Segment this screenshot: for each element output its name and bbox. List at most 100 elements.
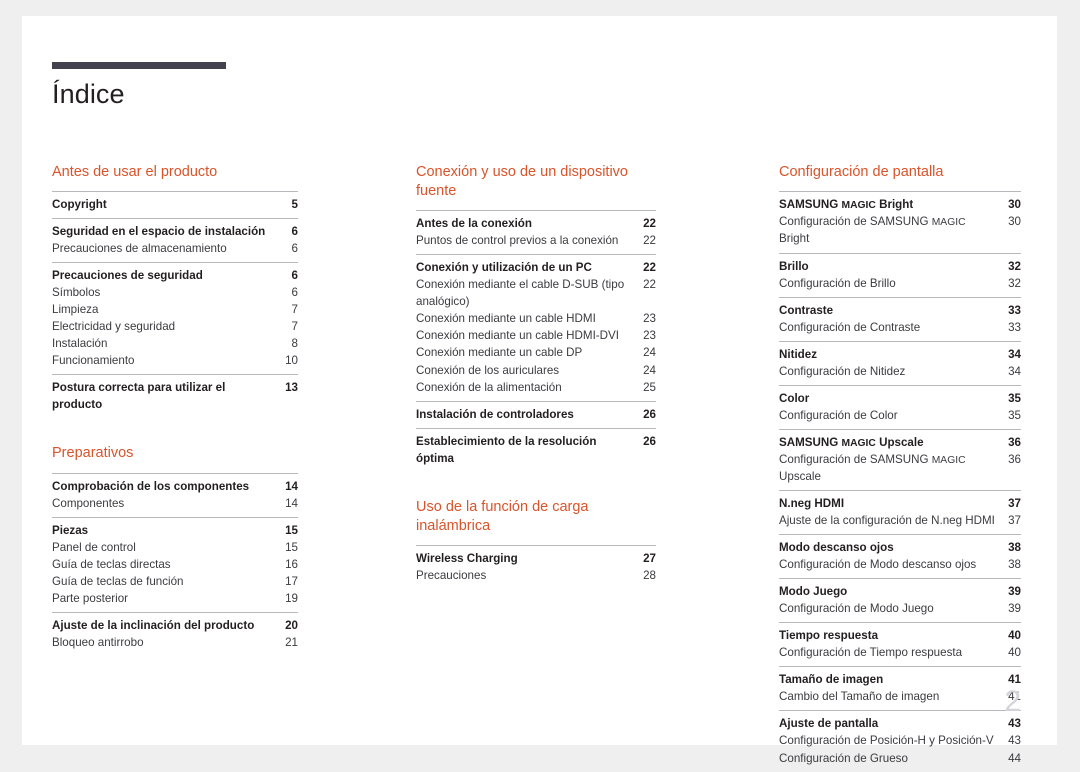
toc-entry-label: Limpieza [52, 303, 99, 317]
toc-subentry[interactable]: Cambio del Tamaño de imagen 41 [779, 688, 1021, 705]
toc-entry[interactable]: Ajuste de la inclinación del producto 20 [52, 617, 298, 634]
toc-subentry[interactable]: Electricidad y seguridad 7 [52, 318, 298, 335]
toc-entry-label: Piezas [52, 523, 89, 537]
toc-subentry[interactable]: Guía de teclas de función 17 [52, 573, 298, 590]
toc-entry-label: Ajuste de pantalla [779, 717, 879, 731]
toc-subentry[interactable]: Configuración de Tiempo respuesta 40 [779, 644, 1021, 661]
toc-entry[interactable]: Instalación de controladores 26 [416, 406, 656, 423]
toc-subentry[interactable]: Componentes 14 [52, 495, 298, 512]
toc-group: Comprobación de los componentes 14 Compone… [52, 472, 298, 517]
toc-entry[interactable]: Copyright 5 [52, 196, 298, 213]
toc-entry-page: 14 [285, 496, 298, 510]
toc-subentry[interactable]: Configuración de Color 35 [779, 407, 1021, 424]
toc-subentry[interactable]: Parte posterior 19 [52, 590, 298, 607]
toc-entry[interactable]: Comprobación de los componentes 14 [52, 478, 298, 495]
toc-entry[interactable]: Nitidez 34 [779, 346, 1021, 363]
toc-entry-label: Comprobación de los componentes [52, 479, 250, 493]
toc-entry-page: 6 [291, 225, 298, 239]
toc-group: Ajuste de pantalla 43 Configuración de Pos… [779, 710, 1021, 771]
toc-subentry[interactable]: Conexión mediante un cable HDMI-DVI 23 [416, 327, 656, 344]
toc-subentry[interactable]: Ajuste de la configuración de N.neg HDMI… [779, 512, 1021, 529]
toc-group: Piezas 15 Panel de control 15 Guía de teclas… [52, 516, 298, 612]
toc-entry[interactable]: Postura correcta para utilizar el produc… [52, 379, 298, 413]
toc-entry[interactable]: Piezas 15 [52, 522, 298, 539]
toc-entry[interactable]: Contraste 33 [779, 302, 1021, 319]
toc-entry-page: 39 [1008, 602, 1021, 616]
toc-entry-label: Conexión de la alimentación [416, 380, 562, 394]
toc-entry[interactable]: Modo Juego 39 [779, 583, 1021, 600]
toc-entry-label: Conexión y utilización de un PC [416, 261, 592, 275]
toc-entry-page: 26 [643, 407, 656, 421]
toc-entry[interactable]: Tiempo respuesta 40 [779, 627, 1021, 644]
toc-subentry[interactable]: Conexión mediante un cable DP 24 [416, 344, 656, 361]
toc-subentry[interactable]: Precauciones 28 [416, 567, 656, 584]
toc-entry-label: Modo Juego [779, 585, 848, 599]
toc-entry-page: 16 [285, 557, 298, 571]
toc-section-heading: Preparativos [52, 445, 134, 462]
toc-entry-page: 24 [643, 346, 656, 360]
toc-entry[interactable]: Precauciones de seguridad 6 [52, 267, 298, 284]
toc-entry-label: Configuración de Modo Juego [779, 602, 934, 616]
toc-entry[interactable]: Establecimiento de la resolución óptima 2… [416, 433, 656, 467]
toc-entry-page: 30 [1008, 215, 1021, 229]
toc-entry-page: 8 [291, 337, 298, 351]
toc-subentry[interactable]: Configuración de Nitidez 34 [779, 363, 1021, 380]
toc-entry[interactable]: SAMSUNG MAGIC Upscale 36 [779, 434, 1021, 451]
toc-entry-label: Modo descanso ojos [779, 541, 894, 555]
toc-entry-page: 5 [291, 198, 298, 212]
toc-entry-page: 38 [1008, 558, 1021, 572]
toc-subentry[interactable]: Limpieza 7 [52, 301, 298, 318]
toc-subentry[interactable]: Funcionamiento 10 [52, 352, 298, 369]
toc-group: Conexión y utilización de un PC 22 Conexió… [416, 254, 656, 400]
toc-section-heading: Uso de la función de carga inalámbrica [416, 498, 589, 534]
toc-subentry[interactable]: Configuración de Modo Juego 39 [779, 600, 1021, 617]
toc-subentry[interactable]: Conexión de los auriculares 24 [416, 362, 656, 379]
toc-entry[interactable]: Color 35 [779, 390, 1021, 407]
toc-entry[interactable]: Conexión y utilización de un PC 22 [416, 259, 656, 276]
toc-entry-page: 17 [285, 574, 298, 588]
toc-subentry[interactable]: Configuración de SAMSUNG MAGIC Bright 30 [779, 213, 1021, 247]
toc-entry[interactable]: Tamaño de imagen 41 [779, 671, 1021, 688]
toc-entry-label: Componentes [52, 496, 125, 510]
toc-entry-label: Seguridad en el espacio de instalación [52, 225, 266, 239]
toc-group: Instalación de controladores 26 [416, 400, 656, 428]
toc-subentry[interactable]: Conexión de la alimentación 25 [416, 379, 656, 396]
toc-group: Antes de la conexión 22 Puntos de control … [416, 210, 656, 254]
toc-subentry[interactable]: Guía de teclas directas 16 [52, 556, 298, 573]
toc-section: Conexión y uso de un dispositivo fuente A… [416, 163, 656, 472]
toc-subentry[interactable]: Conexión mediante un cable HDMI 23 [416, 310, 656, 327]
toc-entry[interactable]: Wireless Charging 27 [416, 550, 656, 567]
toc-entry[interactable]: Antes de la conexión 22 [416, 215, 656, 232]
toc-subentry[interactable]: Puntos de control previos a la conexión 2… [416, 232, 656, 249]
toc-subentry[interactable]: Panel de control 15 [52, 539, 298, 556]
toc-subentry[interactable]: Conexión mediante el cable D-SUB (tipo a… [416, 276, 656, 310]
toc-entry-label: Ajuste de la inclinación del producto [52, 618, 255, 632]
toc-entry[interactable]: Brillo 32 [779, 258, 1021, 275]
toc-entry-page: 33 [1008, 320, 1021, 334]
toc-group: Seguridad en el espacio de instalación 6 P… [52, 218, 298, 262]
toc-entry[interactable]: Ajuste de pantalla 43 [779, 715, 1021, 732]
toc-section: Preparativos Comprobación de los componen… [52, 444, 298, 655]
toc-group: Copyright 5 [52, 191, 298, 218]
magic-wordmark: MAGIC [931, 454, 966, 466]
toc-entry-page: 27 [643, 551, 656, 565]
toc-entry-label: Precauciones [416, 568, 487, 582]
toc-subentry[interactable]: Instalación 8 [52, 335, 298, 352]
toc-subentry[interactable]: Precauciones de almacenamiento 6 [52, 240, 298, 257]
toc-subentry[interactable]: Bloqueo antirrobo 21 [52, 634, 298, 651]
toc-subentry[interactable]: Configuración de Posición-H y Posición-V… [779, 732, 1021, 749]
toc-subentry[interactable]: Configuración de Modo descanso ojos 38 [779, 556, 1021, 573]
toc-entry[interactable]: Modo descanso ojos 38 [779, 539, 1021, 556]
toc-entry-page: 39 [1008, 585, 1021, 599]
toc-entry[interactable]: SAMSUNG MAGIC Bright 30 [779, 196, 1021, 213]
toc-subentry[interactable]: Configuración de Brillo 32 [779, 275, 1021, 292]
toc-entry[interactable]: Seguridad en el espacio de instalación 6 [52, 223, 298, 240]
toc-subentry[interactable]: Configuración de Grueso 44 [779, 750, 1021, 767]
toc-entry[interactable]: N.neg HDMI 37 [779, 495, 1021, 512]
toc-subentry[interactable]: Símbolos 6 [52, 284, 298, 301]
toc-entry-page: 22 [643, 234, 656, 248]
toc-subentry[interactable]: Configuración de Contraste 33 [779, 319, 1021, 336]
toc-entry-page: 23 [643, 329, 656, 343]
toc-group: Postura correcta para utilizar el produc… [52, 374, 298, 418]
toc-subentry[interactable]: Configuración de SAMSUNG MAGIC Upscale 36 [779, 451, 1021, 485]
